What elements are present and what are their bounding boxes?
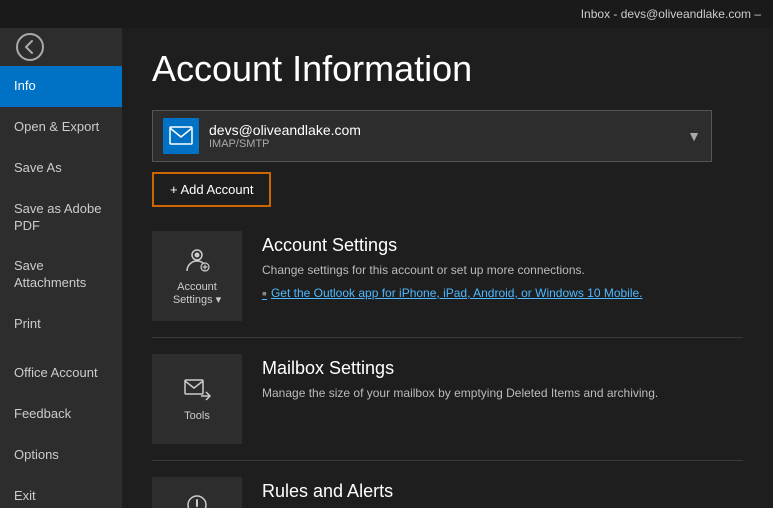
account-settings-icon-label: AccountSettings ▾ bbox=[173, 281, 221, 307]
account-email: devs@oliveandlake.com bbox=[209, 122, 679, 138]
account-email-icon bbox=[163, 118, 199, 154]
sidebar-item-office-account[interactable]: Office Account bbox=[0, 353, 122, 394]
page-title: Account Information bbox=[152, 48, 743, 90]
mailbox-settings-icon-box[interactable]: Tools bbox=[152, 354, 242, 444]
add-account-button[interactable]: + Add Account bbox=[152, 172, 271, 207]
title-bar-text: Inbox - devs@oliveandlake.com – bbox=[581, 7, 761, 21]
mailbox-settings-desc: Manage the size of your mailbox by empty… bbox=[262, 385, 743, 402]
sidebar-item-options[interactable]: Options bbox=[0, 435, 122, 476]
account-settings-content: Account Settings Change settings for thi… bbox=[262, 231, 743, 301]
sidebar-item-save-attachments[interactable]: Save Attachments bbox=[0, 246, 122, 304]
mailbox-settings-icon-label: Tools bbox=[184, 410, 210, 423]
sidebar-item-save-adobe-pdf[interactable]: Save as Adobe PDF bbox=[0, 189, 122, 247]
sidebar-item-save-as[interactable]: Save As bbox=[0, 148, 122, 189]
sidebar-item-print[interactable]: Print bbox=[0, 304, 122, 345]
sidebar-item-exit[interactable]: Exit bbox=[0, 476, 122, 508]
mailbox-settings-section: Tools Mailbox Settings Manage the size o… bbox=[152, 354, 743, 444]
account-type: IMAP/SMTP bbox=[209, 138, 679, 150]
title-bar: Inbox - devs@oliveandlake.com – bbox=[0, 0, 773, 28]
sidebar-item-open-export[interactable]: Open & Export bbox=[0, 107, 122, 148]
account-settings-section: AccountSettings ▾ Account Settings Chang… bbox=[152, 231, 743, 321]
sidebar: Info Open & Export Save As Save as Adobe… bbox=[0, 28, 122, 508]
rules-alerts-icon-box[interactable]: Manage Rules& Alerts bbox=[152, 477, 242, 508]
sidebar-item-info[interactable]: Info bbox=[0, 66, 122, 107]
section-divider-2 bbox=[152, 460, 743, 461]
section-divider-1 bbox=[152, 337, 743, 338]
account-dropdown[interactable]: devs@oliveandlake.com IMAP/SMTP ▼ bbox=[152, 110, 712, 162]
account-settings-desc: Change settings for this account or set … bbox=[262, 262, 743, 279]
mailbox-settings-title: Mailbox Settings bbox=[262, 358, 743, 379]
content-area: Account Information devs@oliveandlake.co… bbox=[122, 28, 773, 508]
mailbox-settings-content: Mailbox Settings Manage the size of your… bbox=[262, 354, 743, 408]
account-settings-link[interactable]: Get the Outlook app for iPhone, iPad, An… bbox=[262, 285, 743, 301]
account-info: devs@oliveandlake.com IMAP/SMTP bbox=[209, 122, 679, 150]
account-settings-title: Account Settings bbox=[262, 235, 743, 256]
rules-alerts-content: Rules and Alerts Use Rules and Alerts to… bbox=[262, 477, 743, 508]
dropdown-arrow-icon: ▼ bbox=[687, 128, 701, 144]
rules-alerts-section: Manage Rules& Alerts Rules and Alerts Us… bbox=[152, 477, 743, 508]
rules-alerts-title: Rules and Alerts bbox=[262, 481, 743, 502]
back-button[interactable] bbox=[4, 32, 56, 62]
sidebar-item-feedback[interactable]: Feedback bbox=[0, 394, 122, 435]
account-settings-icon-box[interactable]: AccountSettings ▾ bbox=[152, 231, 242, 321]
main-layout: Info Open & Export Save As Save as Adobe… bbox=[0, 28, 773, 508]
